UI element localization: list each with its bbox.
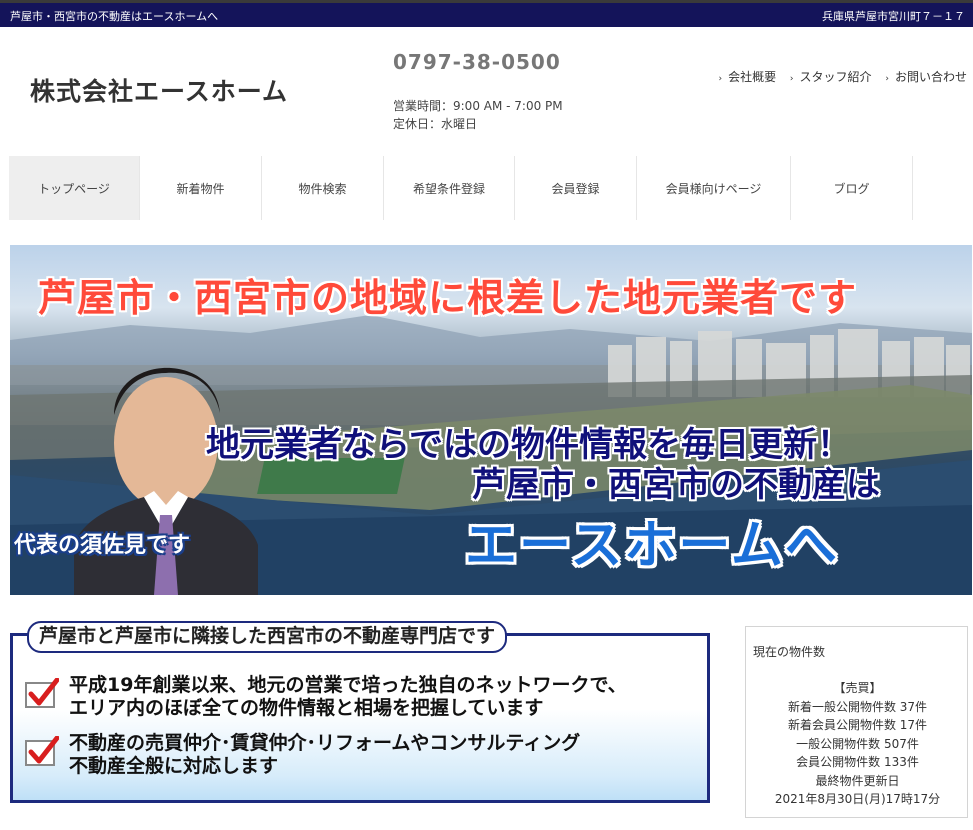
link-company-profile[interactable]: › 会社概要 [718,70,776,84]
hours-text: 営業時間：9:00 AM - 7:00 PM [393,99,563,113]
top-bar: 芦屋市・西宮市の不動産はエースホームへ 兵庫県芦屋市宮川町７－１７ [0,0,973,27]
chevron-right-icon: › [789,74,794,84]
checkmark-icon [25,678,59,708]
company-logo[interactable]: 株式会社エースホーム [30,72,288,108]
new-member-count: 新着会員公開物件数 17件 [787,718,928,732]
link-label: お問い合わせ [894,70,967,84]
phone-number: 0797-38-0500 [393,50,561,74]
business-hours: 営業時間：9:00 AM - 7:00 PM 定休日：水曜日 [393,97,563,133]
nav-item-register[interactable]: 会員登録 [515,156,637,220]
new-public-count: 新着一般公開物件数 37件 [787,699,928,714]
chevron-right-icon: › [885,74,889,84]
nav-item-new-listings[interactable]: 新着物件 [140,156,262,220]
browser-edge [0,0,973,3]
tagline: 芦屋市・西宮市の不動産はエースホームへ [10,10,219,23]
section-label: 【売買】 [833,681,882,695]
link-contact[interactable]: › お問い合わせ [885,70,967,84]
about-title: 芦屋市と芦屋市に隣接した西宮市の不動産専門店です [27,621,508,653]
representative-caption: 代表の須佐見です [14,533,191,558]
about-box: 芦屋市と芦屋市に隣接した西宮市の不動産専門店です 平成19年創業以来、地元の営業… [10,621,710,803]
hero-banner[interactable]: 芦屋市・西宮市の地域に根差した地元業者です 地元業者ならではの物件情報を毎日更新… [10,245,972,595]
point-1-line-1: 平成19年創業以来、地元の営業で培った独自のネットワークで、 [69,674,627,696]
listing-count-widget: 現在の物件数 【売買】 新着一般公開物件数 37件 新着会員公開物件数 17件 … [745,626,968,818]
hero-headline: 芦屋市・西宮市の地域に根差した地元業者です [38,276,858,320]
nav-item-top[interactable]: トップページ [9,156,140,220]
public-count: 一般公開物件数 507件 [796,736,919,751]
address: 兵庫県芦屋市宮川町７－１７ [822,10,965,23]
nav-item-preferences[interactable]: 希望条件登録 [384,156,515,220]
checkmark-icon [25,736,59,766]
main-nav: トップページ 新着物件 物件検索 希望条件登録 会員登録 会員様向けページ ブロ… [9,156,914,220]
link-staff[interactable]: › スタッフ紹介 [790,70,872,84]
point-1-line-2: エリア内のほぼ全ての物件情報と相場を把握しています [69,697,544,719]
member-count: 会員公開物件数 133件 [796,755,919,769]
link-label: 会社概要 [728,70,777,84]
nav-item-members[interactable]: 会員様向けページ [637,156,791,220]
last-update-date: 2021年8月30日(月)17時17分 [774,792,941,806]
nav-item-blog[interactable]: ブログ [791,156,913,220]
link-label: スタッフ紹介 [799,70,872,84]
header-links: › 会社概要 › スタッフ紹介 › お問い合わせ [708,68,967,85]
closed-day-text: 定休日：水曜日 [393,117,478,131]
point-2-line-1: 不動産の売買仲介･賃貸仲介･リフォームやコンサルティング [69,732,581,754]
last-update-label: 最終物件更新日 [815,773,900,788]
nav-item-search[interactable]: 物件検索 [262,156,384,220]
hero-brand: エースホームへ [465,516,839,576]
widget-title: 現在の物件数 [753,645,826,659]
count-rows: 【売買】 新着一般公開物件数 37件 新着会員公開物件数 17件 一般公開物件数… [746,679,969,809]
chevron-right-icon: › [718,74,723,84]
point-2-line-2: 不動産全般に対応します [69,755,279,777]
hero-subline-2: 芦屋市・西宮市の不動産は [472,465,880,505]
